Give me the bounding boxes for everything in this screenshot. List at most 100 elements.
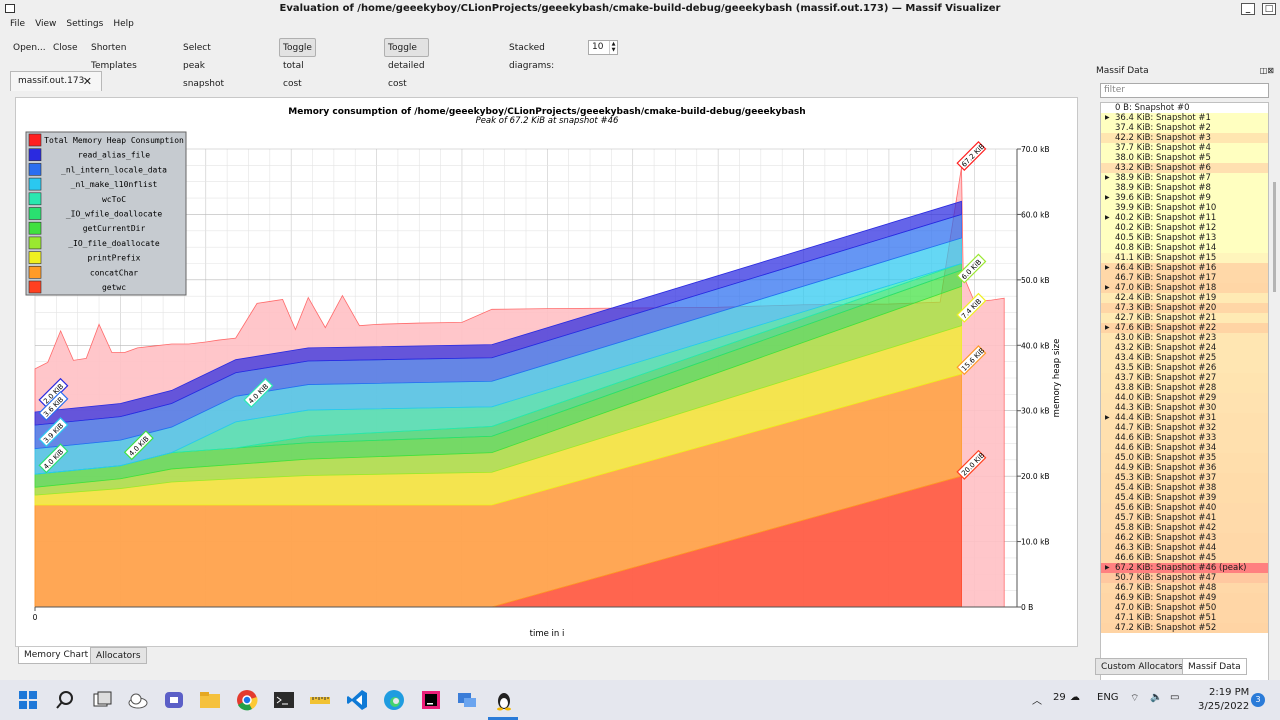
snapshot-row[interactable]: ▶ 39.6 KiB: Snapshot #9 xyxy=(1101,193,1268,203)
snapshot-row[interactable]: ▶ 67.2 KiB: Snapshot #46 (peak) xyxy=(1101,563,1268,573)
linux-tux-icon[interactable] xyxy=(492,688,516,712)
snapshot-row[interactable]: 46.3 KiB: Snapshot #44 xyxy=(1101,543,1268,553)
snapshot-row[interactable]: 41.1 KiB: Snapshot #15 xyxy=(1101,253,1268,263)
snapshot-row[interactable]: ▶ 36.4 KiB: Snapshot #1 xyxy=(1101,113,1268,123)
close-button[interactable]: □ xyxy=(1262,3,1276,15)
snapshot-row[interactable]: 44.0 KiB: Snapshot #29 xyxy=(1101,393,1268,403)
weather-cloud-icon[interactable]: ☁ xyxy=(1070,692,1080,703)
scrollbar-thumb[interactable] xyxy=(1273,182,1276,292)
snapshot-row[interactable]: 44.7 KiB: Snapshot #32 xyxy=(1101,423,1268,433)
language-indicator[interactable]: ENG xyxy=(1097,692,1119,703)
snapshot-row[interactable]: 42.4 KiB: Snapshot #19 xyxy=(1101,293,1268,303)
snapshot-row[interactable]: 43.7 KiB: Snapshot #27 xyxy=(1101,373,1268,383)
tab-massif-data[interactable]: Massif Data xyxy=(1182,658,1247,675)
wifi-icon[interactable]: ⌔ xyxy=(1130,692,1139,705)
tab-custom-allocators[interactable]: Custom Allocators xyxy=(1095,658,1189,675)
snapshot-row[interactable]: 47.0 KiB: Snapshot #50 xyxy=(1101,603,1268,613)
snapshot-row[interactable]: 46.7 KiB: Snapshot #48 xyxy=(1101,583,1268,593)
notification-badge[interactable]: 3 xyxy=(1251,693,1265,707)
snapshot-row[interactable]: 44.6 KiB: Snapshot #34 xyxy=(1101,443,1268,453)
snapshot-row[interactable]: 43.2 KiB: Snapshot #24 xyxy=(1101,343,1268,353)
snapshot-row[interactable]: 37.7 KiB: Snapshot #4 xyxy=(1101,143,1268,153)
tray-overflow-icon[interactable]: ︿ xyxy=(1032,692,1042,707)
snapshot-row[interactable]: 47.2 KiB: Snapshot #52 xyxy=(1101,623,1268,633)
snapshot-row[interactable]: 42.2 KiB: Snapshot #3 xyxy=(1101,133,1268,143)
snapshot-row[interactable]: 38.9 KiB: Snapshot #8 xyxy=(1101,183,1268,193)
expand-arrow-icon[interactable]: ▶ xyxy=(1105,263,1110,273)
snapshot-row[interactable]: 37.4 KiB: Snapshot #2 xyxy=(1101,123,1268,133)
snapshot-row[interactable]: 43.2 KiB: Snapshot #6 xyxy=(1101,163,1268,173)
filter-input[interactable]: filter xyxy=(1100,83,1269,98)
snapshot-row[interactable]: 40.8 KiB: Snapshot #14 xyxy=(1101,243,1268,253)
close-file-button[interactable]: Close xyxy=(49,38,82,57)
remote-desktop-icon[interactable] xyxy=(455,688,479,712)
edge-icon[interactable] xyxy=(382,688,406,712)
select-peak-snapshot-button[interactable]: Select peak snapshot xyxy=(179,38,228,89)
intellij-icon[interactable] xyxy=(419,688,443,712)
vscode-icon[interactable] xyxy=(345,688,369,712)
snapshot-row[interactable]: 43.5 KiB: Snapshot #26 xyxy=(1101,363,1268,373)
file-explorer-icon[interactable] xyxy=(198,688,222,712)
snapshot-row[interactable]: 0 B: Snapshot #0 xyxy=(1101,103,1268,113)
expand-arrow-icon[interactable]: ▶ xyxy=(1105,413,1110,423)
chrome-icon[interactable] xyxy=(235,688,259,712)
shorten-templates-button[interactable]: Shorten Templates xyxy=(87,38,141,71)
clock[interactable]: 2:19 PM 3/25/2022 xyxy=(1198,686,1249,714)
snapshot-row[interactable]: 46.7 KiB: Snapshot #17 xyxy=(1101,273,1268,283)
ruler-icon[interactable] xyxy=(308,688,332,712)
snapshot-row[interactable]: ▶ 47.6 KiB: Snapshot #22 xyxy=(1101,323,1268,333)
snapshot-row[interactable]: 45.6 KiB: Snapshot #40 xyxy=(1101,503,1268,513)
snapshot-row[interactable]: 45.3 KiB: Snapshot #37 xyxy=(1101,473,1268,483)
snapshot-row[interactable]: ▶ 38.9 KiB: Snapshot #7 xyxy=(1101,173,1268,183)
snapshot-row[interactable]: 47.1 KiB: Snapshot #51 xyxy=(1101,613,1268,623)
document-tab[interactable]: massif.out.173 ✕ xyxy=(10,71,102,91)
expand-arrow-icon[interactable]: ▶ xyxy=(1105,323,1110,333)
snapshot-list[interactable]: 0 B: Snapshot #0 ▶ 36.4 KiB: Snapshot #1 37… xyxy=(1100,102,1269,698)
expand-arrow-icon[interactable]: ▶ xyxy=(1105,213,1110,223)
snapshot-row[interactable]: ▶ 44.4 KiB: Snapshot #31 xyxy=(1101,413,1268,423)
snapshot-row[interactable]: 40.2 KiB: Snapshot #12 xyxy=(1101,223,1268,233)
snapshot-row[interactable]: 43.8 KiB: Snapshot #28 xyxy=(1101,383,1268,393)
snapshot-row[interactable]: 50.7 KiB: Snapshot #47 xyxy=(1101,573,1268,583)
window-menu-icon[interactable] xyxy=(5,4,15,13)
snapshot-row[interactable]: 47.3 KiB: Snapshot #20 xyxy=(1101,303,1268,313)
expand-arrow-icon[interactable]: ▶ xyxy=(1105,563,1110,573)
tab-allocators[interactable]: Allocators xyxy=(90,647,147,664)
panel-float-close-icon[interactable]: ◫⊠ xyxy=(1260,66,1274,75)
snapshot-row[interactable]: 46.6 KiB: Snapshot #45 xyxy=(1101,553,1268,563)
open-button[interactable]: Open... xyxy=(9,38,50,57)
teams-icon[interactable] xyxy=(162,688,186,712)
snapshot-row[interactable]: 45.8 KiB: Snapshot #42 xyxy=(1101,523,1268,533)
snapshot-row[interactable]: ▶ 40.2 KiB: Snapshot #11 xyxy=(1101,213,1268,223)
snapshot-row[interactable]: 45.7 KiB: Snapshot #41 xyxy=(1101,513,1268,523)
stacked-diagrams-spinbox[interactable]: 10 ▲ ▼ xyxy=(588,40,618,55)
memory-chart[interactable]: Memory consumption of /home/geeekyboy/CL… xyxy=(16,98,1077,646)
snapshot-scrollbar[interactable] xyxy=(1273,102,1278,698)
minimize-button[interactable]: _ xyxy=(1241,3,1255,15)
snapshot-row[interactable]: 42.7 KiB: Snapshot #21 xyxy=(1101,313,1268,323)
snapshot-row[interactable]: ▶ 46.4 KiB: Snapshot #16 xyxy=(1101,263,1268,273)
close-tab-icon[interactable]: ✕ xyxy=(83,72,92,91)
menu-help[interactable]: Help xyxy=(108,18,139,31)
snapshot-row[interactable]: 44.9 KiB: Snapshot #36 xyxy=(1101,463,1268,473)
snapshot-row[interactable]: 45.4 KiB: Snapshot #39 xyxy=(1101,493,1268,503)
snapshot-row[interactable]: 40.5 KiB: Snapshot #13 xyxy=(1101,233,1268,243)
weather-temperature[interactable]: 29 xyxy=(1053,692,1066,703)
terminal-icon[interactable] xyxy=(272,688,296,712)
snapshot-row[interactable]: 39.9 KiB: Snapshot #10 xyxy=(1101,203,1268,213)
expand-arrow-icon[interactable]: ▶ xyxy=(1105,113,1110,123)
expand-arrow-icon[interactable]: ▶ xyxy=(1105,173,1110,183)
snapshot-row[interactable]: 46.9 KiB: Snapshot #49 xyxy=(1101,593,1268,603)
expand-arrow-icon[interactable]: ▶ xyxy=(1105,193,1110,203)
expand-arrow-icon[interactable]: ▶ xyxy=(1105,283,1110,293)
snapshot-row[interactable]: 43.4 KiB: Snapshot #25 xyxy=(1101,353,1268,363)
search-icon[interactable] xyxy=(53,688,77,712)
menu-file[interactable]: File xyxy=(0,18,30,31)
toggle-total-cost-button[interactable]: Toggle total cost graph xyxy=(279,38,316,107)
battery-icon[interactable]: ▭ xyxy=(1170,692,1179,703)
snapshot-row[interactable]: 45.4 KiB: Snapshot #38 xyxy=(1101,483,1268,493)
snapshot-row[interactable]: 38.0 KiB: Snapshot #5 xyxy=(1101,153,1268,163)
volume-icon[interactable]: 🔈 xyxy=(1150,692,1162,703)
snapshot-row[interactable]: 45.0 KiB: Snapshot #35 xyxy=(1101,453,1268,463)
tab-memory-chart[interactable]: Memory Chart xyxy=(18,647,95,664)
